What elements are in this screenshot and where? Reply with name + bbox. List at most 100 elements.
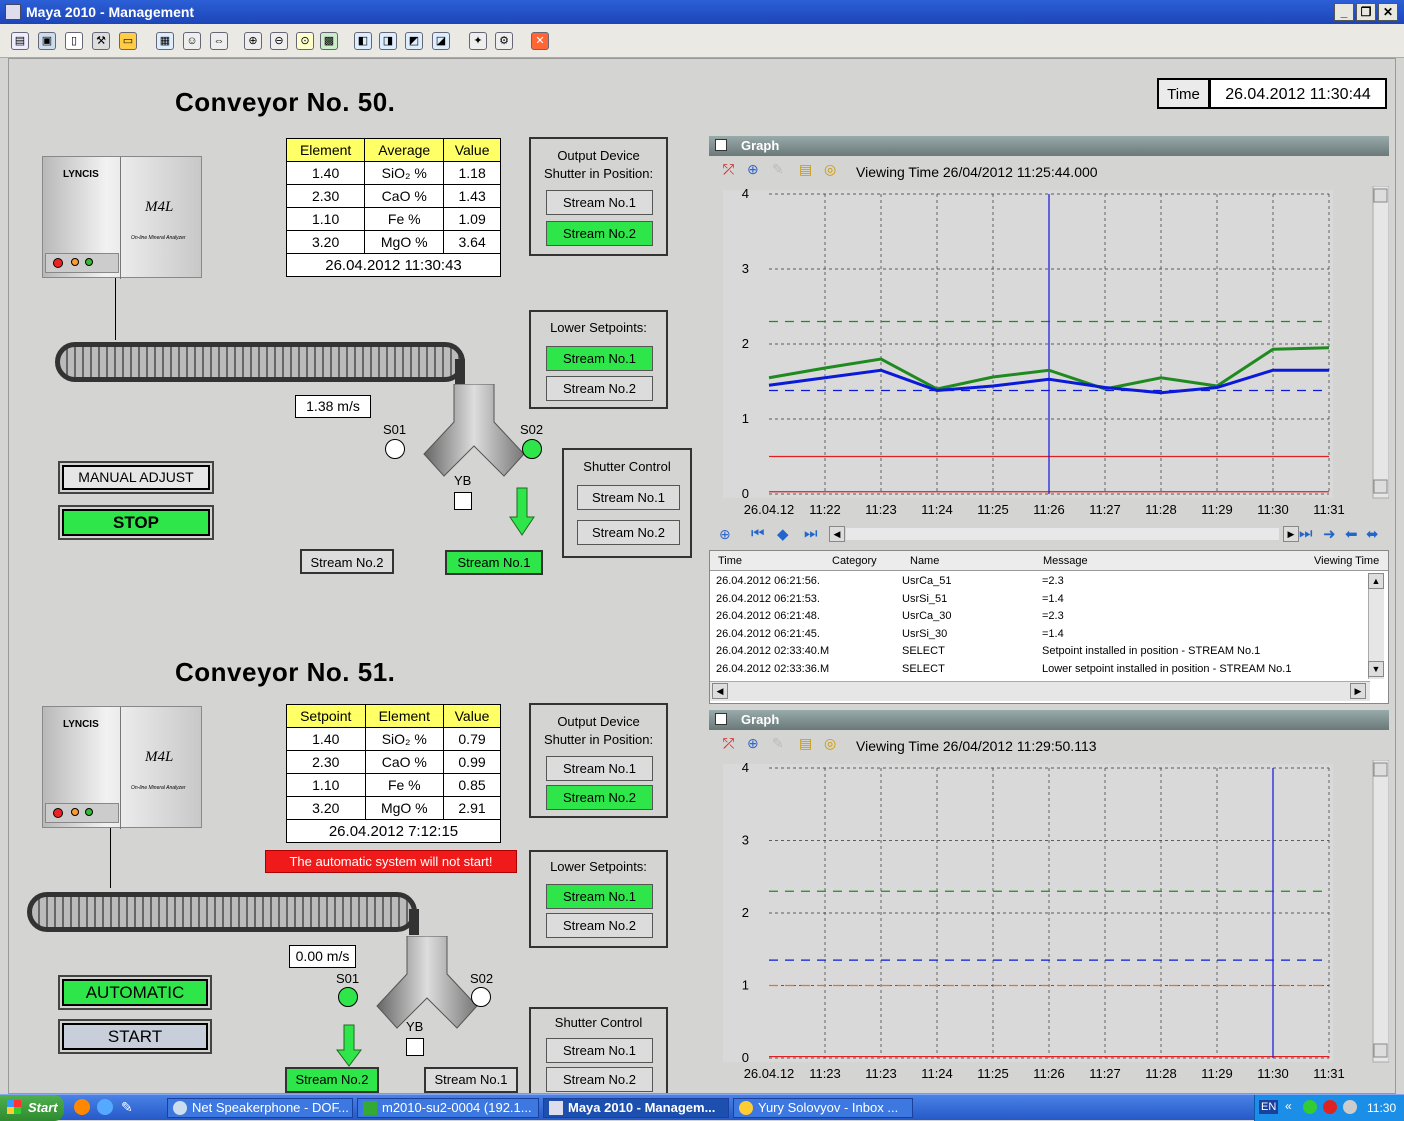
- image-icon[interactable]: ▩: [320, 32, 338, 50]
- lower-stream-2[interactable]: Stream No.2: [546, 913, 653, 938]
- task-maya[interactable]: Maya 2010 - Managem...: [543, 1098, 729, 1118]
- lower-stream-1[interactable]: Stream No.1: [546, 346, 653, 371]
- properties-icon[interactable]: ▤: [799, 735, 812, 752]
- volume-tray-icon[interactable]: [1343, 1100, 1357, 1114]
- zoom-icon[interactable]: ⊕: [747, 161, 759, 178]
- sensor-s02-label: S02: [470, 971, 494, 986]
- zoom-in-icon[interactable]: ⊕: [244, 32, 262, 50]
- message-row[interactable]: 26.04.2012 02:33:36.M SELECT Lower setpoin…: [710, 661, 1370, 678]
- ie-icon[interactable]: [97, 1099, 113, 1115]
- edit-icon[interactable]: ✎: [772, 735, 784, 752]
- col-category[interactable]: Category: [832, 555, 877, 567]
- back-icon[interactable]: ⬅: [1345, 525, 1358, 543]
- col-message[interactable]: Message: [1043, 555, 1088, 567]
- tray-icon[interactable]: «: [1285, 1099, 1292, 1113]
- antivirus-tray-icon[interactable]: [1323, 1100, 1337, 1114]
- refresh-icon[interactable]: ◎: [824, 735, 836, 752]
- col-time[interactable]: Time: [718, 555, 742, 567]
- scroll-right-arrow[interactable]: ▶: [1283, 526, 1299, 542]
- shutter-stream-2-button[interactable]: Stream No.2: [577, 520, 680, 545]
- x-tick-label: 11:27: [1089, 502, 1121, 517]
- scroll-next-icon[interactable]: ⏭: [804, 525, 818, 542]
- scroll-last-icon[interactable]: ⏭: [1299, 525, 1313, 542]
- settings-icon[interactable]: ⚙: [495, 32, 513, 50]
- refresh-icon[interactable]: ◎: [824, 161, 836, 178]
- lower-setpoints-panel-51: Lower Setpoints: Stream No.1 Stream No.2: [529, 850, 668, 948]
- start-button[interactable]: Start: [0, 1095, 64, 1121]
- exit-icon[interactable]: ✕: [531, 32, 549, 50]
- document-icon[interactable]: ▯: [65, 32, 83, 50]
- window1-icon[interactable]: ◧: [354, 32, 372, 50]
- yb-indicator-50: [454, 492, 472, 510]
- close-button[interactable]: ✕: [1378, 3, 1398, 21]
- message-scroll-left[interactable]: ◀: [712, 683, 728, 699]
- output-device-title: Output Device Shutter in Position:: [543, 148, 654, 181]
- col-viewing-time[interactable]: Viewing Time: [1314, 555, 1379, 567]
- tool-icon[interactable]: ✎: [121, 1099, 133, 1116]
- lower-stream-2[interactable]: Stream No.2: [546, 376, 653, 401]
- maximize-button[interactable]: ❐: [1356, 3, 1376, 21]
- table-header: Value: [443, 138, 501, 162]
- task-net-speakerphone[interactable]: Net Speakerphone - DOF...: [167, 1098, 353, 1118]
- link-icon[interactable]: ⇔: [210, 32, 228, 50]
- network-tray-icon[interactable]: [1303, 1100, 1317, 1114]
- window4-icon[interactable]: ◪: [432, 32, 450, 50]
- new-icon[interactable]: ▤: [11, 32, 29, 50]
- message-row[interactable]: 26.04.2012 06:21:53. UsrSi_51 =1.4: [710, 591, 1370, 608]
- task-m2010[interactable]: m2010-su2-0004 (192.1...: [357, 1098, 539, 1118]
- lower-stream-1[interactable]: Stream No.1: [546, 884, 653, 909]
- zoom-fit-icon[interactable]: ⊙: [296, 32, 314, 50]
- message-cell: Setpoint installed in position - STREAM …: [1042, 645, 1261, 657]
- folder-icon[interactable]: ▭: [119, 32, 137, 50]
- graph-zoom-icon[interactable]: ⊕: [719, 526, 731, 543]
- message-row[interactable]: 26.04.2012 06:21:48. UsrCa_30 =2.3: [710, 608, 1370, 625]
- cursor-icon[interactable]: ⤱: [723, 161, 734, 178]
- chart-icon[interactable]: ▦: [156, 32, 174, 50]
- firefox-icon[interactable]: [74, 1099, 90, 1115]
- scroll-left-arrow[interactable]: ◀: [829, 526, 845, 542]
- manual-adjust-button[interactable]: MANUAL ADJUST: [58, 461, 214, 494]
- taskbar: Start ✎ Net Speakerphone - DOF... m2010-…: [0, 1094, 1404, 1121]
- x-tick-label: 11:25: [977, 1066, 1009, 1081]
- language-indicator[interactable]: EN: [1259, 1100, 1279, 1114]
- stop-button[interactable]: STOP: [58, 505, 214, 540]
- message-row[interactable]: 26.04.2012 06:21:56. UsrCa_51 =2.3: [710, 573, 1370, 590]
- shutter-stream-1-button[interactable]: Stream No.1: [546, 1038, 653, 1063]
- window2-icon[interactable]: ◨: [379, 32, 397, 50]
- start-button[interactable]: START: [58, 1019, 212, 1054]
- users-icon[interactable]: ☺: [183, 32, 201, 50]
- message-scroll-down[interactable]: ▼: [1368, 661, 1384, 677]
- table-header: Element: [364, 704, 445, 728]
- graph-icon: [715, 139, 727, 151]
- message-row[interactable]: 26.04.2012 02:33:40.M SELECT Setpoint inst…: [710, 643, 1370, 660]
- task-inbox[interactable]: Yury Solovyov - Inbox ...: [733, 1098, 913, 1118]
- cursor-icon[interactable]: ⤱: [723, 735, 734, 752]
- chart-vscroll: [1372, 760, 1389, 1063]
- both-arrows-icon[interactable]: ⬌: [1366, 525, 1379, 543]
- open-icon[interactable]: ▣: [38, 32, 56, 50]
- scroll-track[interactable]: [846, 528, 1279, 540]
- window3-icon[interactable]: ◩: [405, 32, 423, 50]
- minimize-button[interactable]: _: [1334, 3, 1354, 21]
- scroll-first-icon[interactable]: ⏮: [751, 525, 765, 542]
- task-label: Net Speakerphone - DOF...: [192, 1100, 349, 1115]
- forward-icon[interactable]: ➜: [1323, 525, 1336, 543]
- edit-icon[interactable]: ✎: [772, 161, 784, 178]
- message-hscroll[interactable]: [710, 681, 1370, 701]
- properties-icon[interactable]: ▤: [799, 161, 812, 178]
- table-cell: SiO₂ %: [364, 161, 445, 185]
- shutter-stream-2-button[interactable]: Stream No.2: [546, 1067, 653, 1092]
- message-scroll-up[interactable]: ▲: [1368, 573, 1384, 589]
- analyzer-model: M4L: [145, 199, 174, 215]
- scroll-center-icon[interactable]: ◆: [777, 525, 789, 543]
- message-row[interactable]: 26.04.2012 06:21:45. UsrSi_30 =1.4: [710, 626, 1370, 643]
- zoom-icon[interactable]: ⊕: [747, 735, 759, 752]
- network-icon[interactable]: ✦: [469, 32, 487, 50]
- zoom-out-icon[interactable]: ⊖: [270, 32, 288, 50]
- shutter-stream-1-button[interactable]: Stream No.1: [577, 485, 680, 510]
- col-name[interactable]: Name: [910, 555, 939, 567]
- automatic-button[interactable]: AUTOMATIC: [58, 975, 212, 1010]
- tools-icon[interactable]: ⚒: [92, 32, 110, 50]
- message-scroll-right[interactable]: ▶: [1350, 683, 1366, 699]
- analyzer-brand: LYNCIS: [63, 719, 99, 730]
